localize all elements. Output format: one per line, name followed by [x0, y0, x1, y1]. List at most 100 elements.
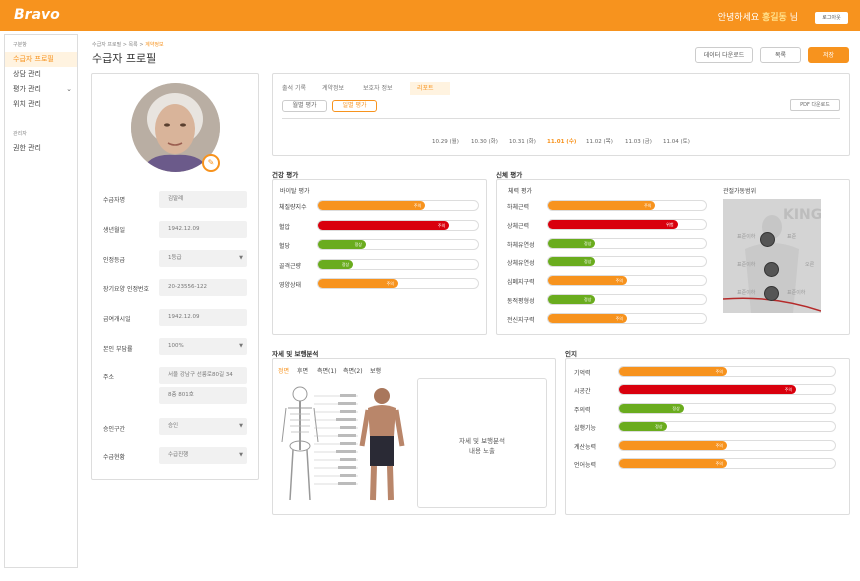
date-item[interactable]: 11.04 (토) — [663, 137, 690, 145]
health-card: 바이탈 평가 체질량지수 주의 혈압 주의 혈당 정상 골격근량 정상 영양상태 주의 — [272, 179, 487, 335]
anatomy-image — [281, 386, 405, 501]
metric-bar: 주의 — [618, 458, 836, 469]
field-label-copay: 본인 부담률 — [103, 346, 133, 353]
metric-bar-fill: 주의 — [619, 440, 727, 450]
metric-bar-fill: 정상 — [548, 238, 596, 248]
date-item-selected[interactable]: 11.01 (수) — [547, 137, 576, 145]
dropdown-arrow-icon: ▼ — [239, 343, 243, 349]
field-label-grade: 인정등급 — [103, 257, 126, 264]
date-item[interactable]: 11.02 (목) — [586, 137, 613, 145]
logout-button[interactable]: 로그아웃 — [815, 12, 848, 24]
metric-bar-fill: 정상 — [619, 403, 684, 413]
posture-tab-side1[interactable]: 측면(1) — [317, 366, 337, 375]
metric-bar: 주의 — [618, 384, 836, 396]
metric-label: 전신지구력 — [507, 316, 535, 324]
health-section-title: 건강 평가 — [272, 171, 299, 179]
field-label-name: 수급자명 — [103, 197, 126, 204]
posture-box-text: 자세 및 보행분석 — [459, 437, 505, 445]
greeting: 안녕하세요 홍길동 님 — [718, 10, 798, 23]
breadcrumb-path[interactable]: 수급자 프로필 > 목록 > — [92, 42, 145, 48]
breadcrumb-current: 계약정보 — [145, 42, 164, 48]
field-label-status: 수급현황 — [103, 454, 126, 461]
metric-label: 하체유연성 — [507, 241, 535, 249]
sidebar-item-permissions[interactable]: 권한 관리 — [5, 141, 77, 156]
tab-attendance[interactable]: 출석 기록 — [275, 82, 313, 95]
sidebar-item-evaluation[interactable]: 평가 관리 ⌄ — [5, 82, 77, 97]
metric-bar: 주의 — [317, 219, 479, 231]
ltc-number-field[interactable]: 20-23556-122 — [159, 279, 247, 296]
metric-label: 영양상태 — [279, 282, 302, 289]
edit-photo-button[interactable]: ✎ — [202, 154, 220, 172]
tab-daily[interactable]: 일별 평가 — [332, 100, 377, 112]
grade-select[interactable]: 1등급 ▼ — [159, 250, 247, 267]
page-title: 수급자 프로필 — [92, 52, 157, 65]
metric-bar: 주의 — [618, 439, 836, 451]
metric-label: 골격근량 — [279, 262, 302, 270]
metric-bar: 주의 — [317, 278, 479, 289]
divider — [282, 118, 840, 119]
address-detail-field[interactable]: 8층 801호 — [159, 387, 247, 404]
dropdown-arrow-icon: ▼ — [239, 255, 243, 261]
field-label-ltc-number: 장기요양 인정번호 — [103, 286, 150, 293]
posture-tab-side2[interactable]: 측면(2) — [343, 366, 363, 375]
posture-tab-back[interactable]: 후면 — [297, 366, 308, 375]
address-field[interactable]: 서울 강남구 선릉로80길 34 — [159, 367, 247, 384]
posture-tab-gait[interactable]: 보행 — [370, 366, 381, 375]
list-button[interactable]: 목록 — [760, 47, 801, 63]
rom-title: 관절가동범위 — [723, 188, 757, 195]
copay-select[interactable]: 100% ▼ — [159, 338, 247, 355]
joint-marker[interactable] — [764, 286, 779, 301]
field-label-address: 주소 — [103, 374, 115, 381]
posture-result-box: 자세 및 보행분석 내용 노출 — [417, 378, 547, 508]
metric-bar-fill: 주의 — [548, 276, 627, 286]
tab-guardian[interactable]: 보호자 정보 — [356, 82, 400, 95]
rom-label: 표준이하 — [737, 262, 756, 268]
sidebar-item-profile[interactable]: 수급자 프로필 — [5, 52, 77, 67]
posture-box-text2: 내용 노출 — [469, 447, 495, 455]
status-select[interactable]: 수급진행 ▼ — [159, 447, 247, 464]
metric-label: 상체근력 — [507, 222, 530, 230]
date-item[interactable]: 10.30 (화) — [471, 137, 498, 145]
pdf-download-button[interactable]: PDF 다운로드 — [790, 99, 840, 111]
date-item[interactable]: 11.03 (금) — [625, 137, 652, 145]
metric-bar-fill: 주의 — [318, 220, 450, 230]
tab-report[interactable]: 리포트 — [410, 82, 450, 95]
status-select-value: 수급진행 — [168, 452, 189, 458]
breadcrumb: 수급자 프로필 > 목록 > 계약정보 — [92, 41, 164, 48]
metric-bar-fill: 주의 — [619, 459, 727, 468]
cognition-card: 기억력 주의 시공간 주의 주의력 정상 실행기능 정상 계산능력 주의 언어능력 주의 — [565, 358, 850, 515]
sidebar: 구분항 수급자 프로필 상담 관리 평가 관리 ⌄ 위치 관리 관리자 권한 관리 — [4, 34, 78, 568]
start-date-field[interactable]: 1942.12.09 — [159, 309, 247, 326]
posture-tab-front[interactable]: 정면 — [278, 366, 289, 375]
report-tabs-card: 출석 기록 계약정보 보호자 정보 리포트 월별 평가 일별 평가 PDF 다운… — [272, 73, 850, 156]
metric-bar-fill: 주의 — [548, 313, 627, 323]
posture-section-title: 자세 및 보행분석 — [272, 350, 319, 358]
metric-bar-fill: 정상 — [619, 422, 667, 432]
date-item[interactable]: 10.29 (월) — [432, 137, 459, 145]
name-field[interactable]: 김말례 — [159, 191, 247, 208]
metric-bar-fill: 정상 — [318, 259, 354, 269]
fitness-subtitle: 체력 평가 — [508, 188, 532, 195]
rom-label: 표준 — [787, 234, 797, 240]
metric-label: 체질량지수 — [279, 204, 307, 211]
rom-label: 표준이하 — [787, 290, 806, 296]
joint-marker[interactable] — [764, 262, 779, 277]
metric-bar-fill: 위험 — [548, 219, 678, 229]
approval-select[interactable]: 승인 ▼ — [159, 418, 247, 435]
metric-label: 주의력 — [574, 406, 591, 414]
tab-monthly[interactable]: 월별 평가 — [282, 100, 327, 112]
date-item[interactable]: 10.31 (화) — [509, 137, 536, 145]
app-logo[interactable]: Bravo — [14, 7, 60, 23]
tab-contract[interactable]: 계약정보 — [315, 82, 351, 95]
birthdate-field[interactable]: 1942.12.09 — [159, 221, 247, 238]
sidebar-item-consult[interactable]: 상담 관리 — [5, 67, 77, 82]
sidebar-item-location[interactable]: 위치 관리 — [5, 97, 77, 112]
data-download-button[interactable]: 데이터 다운로드 — [695, 47, 753, 63]
metric-bar: 주의 — [618, 366, 836, 377]
field-label-approval: 승인구간 — [103, 426, 126, 433]
joint-marker[interactable] — [760, 232, 775, 247]
dropdown-arrow-icon: ▼ — [239, 423, 243, 429]
metric-bar-fill: 정상 — [548, 295, 596, 304]
save-button[interactable]: 저장 — [808, 47, 849, 63]
metric-bar-fill: 주의 — [318, 201, 426, 210]
